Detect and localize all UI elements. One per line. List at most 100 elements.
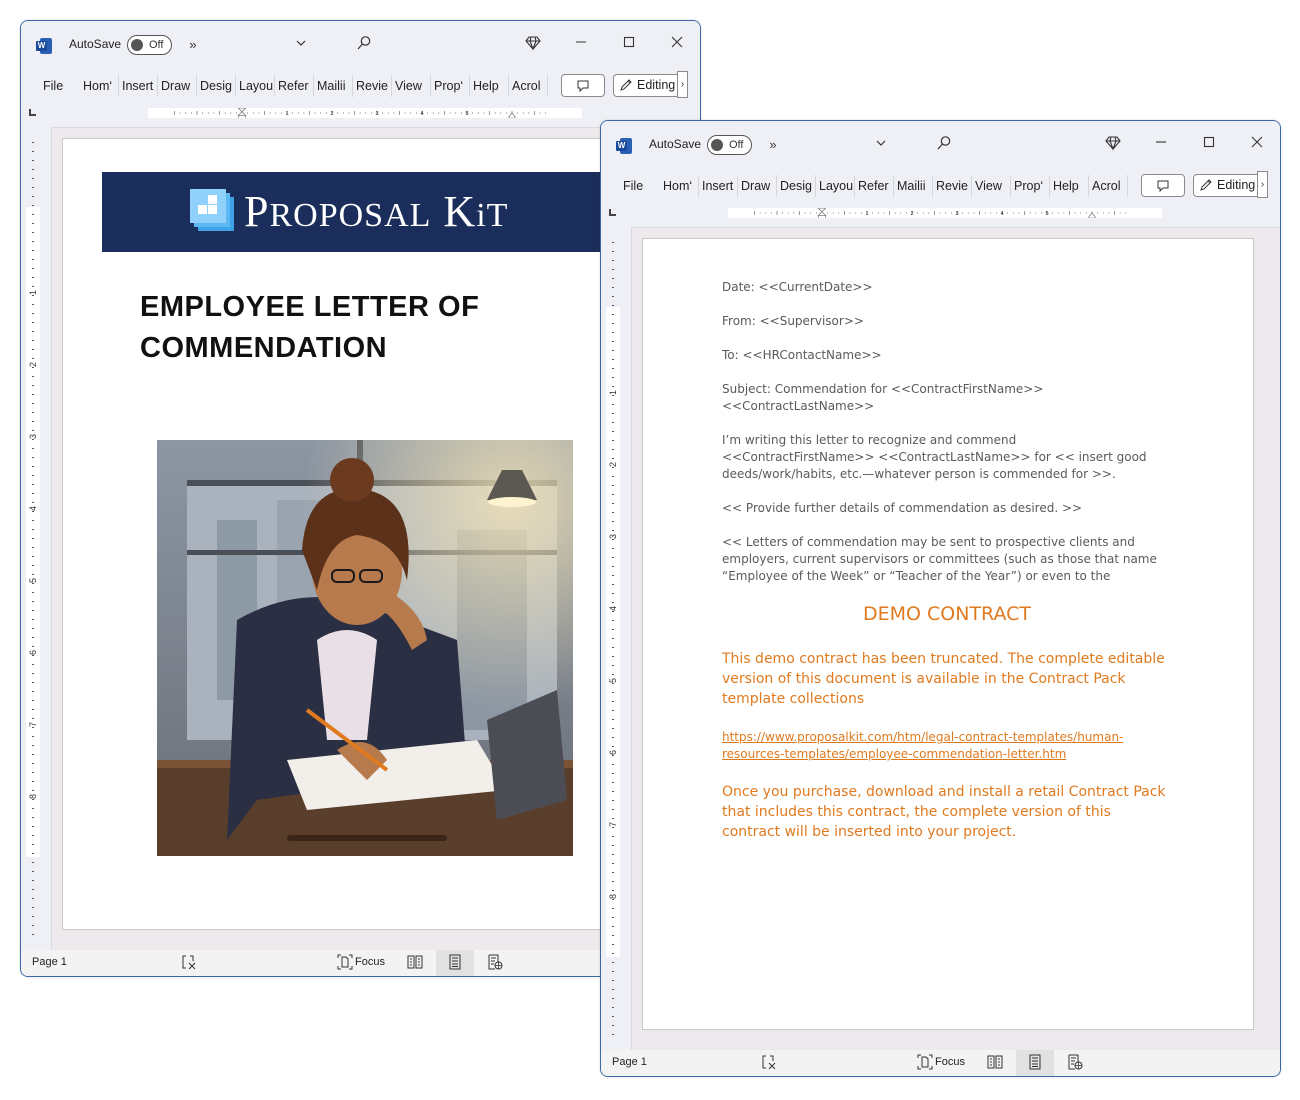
focus-button[interactable]: Focus (355, 956, 385, 968)
tab-file[interactable]: File (43, 77, 63, 95)
minimize-icon[interactable] (1152, 135, 1170, 155)
page-number-indicator[interactable]: Page 1 (612, 1056, 647, 1068)
ruler-number: 4 (28, 506, 38, 511)
overflow-icon[interactable]: » (187, 35, 199, 55)
vertical-ruler[interactable]: 1 2 3 4 5 6 7 8 (601, 227, 641, 1050)
proofing-icon[interactable] (761, 1054, 777, 1072)
autosave-toggle[interactable]: Off (707, 135, 752, 155)
tab-references[interactable]: Refer (278, 77, 309, 95)
tab-references[interactable]: Refer (858, 177, 889, 195)
comment-icon (1157, 180, 1169, 193)
indent-marker (237, 108, 247, 118)
right-indent-marker (508, 112, 516, 118)
ruler-number: 1 (285, 111, 288, 117)
chevron-down-icon[interactable] (293, 35, 309, 55)
tab-view[interactable]: View (395, 77, 422, 95)
search-icon[interactable] (935, 135, 953, 157)
document-page[interactable]: Date: <<CurrentDate>> From: <<Supervisor… (642, 238, 1254, 1030)
diamond-icon[interactable] (1104, 135, 1122, 157)
tab-review[interactable]: Revie (356, 77, 388, 95)
read-mode-icon[interactable] (407, 954, 423, 972)
tab-acrobat[interactable]: Acrol (1092, 177, 1120, 195)
tab-review[interactable]: Revie (936, 177, 968, 195)
search-icon[interactable] (355, 35, 373, 57)
tab-layout[interactable]: Layou (819, 177, 853, 195)
ruler-number: 4 (608, 606, 618, 611)
maximize-icon[interactable] (1200, 135, 1218, 155)
tab-insert[interactable]: Insert (122, 77, 153, 95)
from-line: From: <<Supervisor>> (722, 314, 864, 328)
demo-contract-heading: DEMO CONTRACT (862, 603, 1032, 625)
pencil-icon (1200, 179, 1212, 191)
print-layout-icon[interactable] (447, 954, 463, 972)
focus-icon[interactable] (337, 954, 353, 972)
proposal-kit-logo-icon (190, 189, 234, 231)
tab-help[interactable]: Help (473, 77, 499, 95)
tab-insert[interactable]: Insert (702, 177, 733, 195)
ruler-number: 8 (608, 894, 618, 899)
vertical-ruler[interactable]: 1 2 3 4 5 6 7 8 (21, 127, 61, 950)
diamond-icon[interactable] (524, 35, 542, 57)
tab-help[interactable]: Help (1053, 177, 1079, 195)
document-title: EMPLOYEE LETTER OF COMMENDATION (140, 291, 480, 364)
minimize-icon[interactable] (572, 35, 590, 55)
focus-button[interactable]: Focus (935, 1056, 965, 1068)
autosave-toggle[interactable]: Off (127, 35, 172, 55)
indent-marker (817, 208, 827, 218)
tab-draw[interactable]: Draw (161, 77, 190, 95)
read-mode-icon[interactable] (987, 1054, 1003, 1072)
web-layout-icon[interactable] (487, 954, 503, 972)
chevron-down-icon[interactable] (873, 135, 889, 155)
tab-properties[interactable]: Prop‘ (434, 77, 463, 95)
tab-design[interactable]: Desig (780, 177, 812, 195)
word-icon: W (616, 138, 632, 154)
ruler-number: 8 (28, 794, 38, 799)
tab-draw[interactable]: Draw (741, 177, 770, 195)
tab-layout[interactable]: Layou (239, 77, 273, 95)
ribbon-more-button[interactable]: › (1257, 171, 1268, 198)
tab-selector-icon[interactable] (29, 109, 36, 116)
maximize-icon[interactable] (620, 35, 638, 55)
tab-home[interactable]: Hom‘ (83, 77, 112, 95)
print-layout-icon[interactable] (1027, 1054, 1043, 1072)
ruler-number: 7 (28, 722, 38, 727)
tab-properties[interactable]: Prop‘ (1014, 177, 1043, 195)
tab-mailings[interactable]: Mailii (897, 177, 925, 195)
comments-button[interactable] (561, 74, 605, 97)
proposal-kit-banner: PROPOSAL KiT (102, 172, 623, 252)
comment-icon (577, 80, 589, 93)
document-page[interactable]: PROPOSAL KiT EMPLOYEE LETTER OF COMMENDA… (62, 138, 623, 930)
horizontal-ruler[interactable]: 1 2 3 4 5 (21, 105, 700, 127)
horizontal-ruler[interactable]: 1 2 3 4 5 (601, 205, 1280, 227)
web-layout-icon[interactable] (1067, 1054, 1083, 1072)
ruler-number: 5 (1045, 211, 1048, 217)
document-area: Date: <<CurrentDate>> From: <<Supervisor… (631, 227, 1280, 1050)
word-icon: W (36, 38, 52, 54)
ruler-number: 2 (910, 211, 913, 217)
tab-acrobat[interactable]: Acrol (512, 77, 540, 95)
editing-mode-button[interactable]: Editing (1193, 174, 1259, 197)
demo-notice-text: This demo contract has been truncated. T… (722, 651, 1165, 707)
tab-selector-icon[interactable] (609, 209, 616, 216)
ribbon-tabs: File Hom‘ Insert Draw Desig Layou Refer … (21, 69, 700, 105)
proofing-icon[interactable] (181, 954, 197, 972)
tab-home[interactable]: Hom‘ (663, 177, 692, 195)
tab-mailings[interactable]: Mailii (317, 77, 345, 95)
focus-icon[interactable] (917, 1054, 933, 1072)
editing-mode-button[interactable]: Editing (613, 74, 679, 97)
comments-button[interactable] (1141, 174, 1185, 197)
page-number-indicator[interactable]: Page 1 (32, 956, 67, 968)
tab-design[interactable]: Desig (200, 77, 232, 95)
close-icon[interactable] (668, 35, 686, 55)
contract-pack-link[interactable]: https://www.proposalkit.com/htm/legal-co… (722, 729, 1152, 763)
date-line: Date: <<CurrentDate>> (722, 280, 873, 294)
ribbon-more-button[interactable]: › (677, 71, 688, 98)
overflow-icon[interactable]: » (767, 135, 779, 155)
demo-purchase-text: Once you purchase, download and install … (722, 784, 1166, 840)
tab-view[interactable]: View (975, 177, 1002, 195)
word-window-right: W AutoSave Off » File Hom‘ Insert Draw D… (600, 120, 1281, 1077)
word-window-left: W AutoSave Off » File Hom‘ Insert Draw D… (20, 20, 701, 977)
close-icon[interactable] (1248, 135, 1266, 155)
tab-file[interactable]: File (623, 177, 643, 195)
ruler-number: 3 (608, 534, 618, 539)
